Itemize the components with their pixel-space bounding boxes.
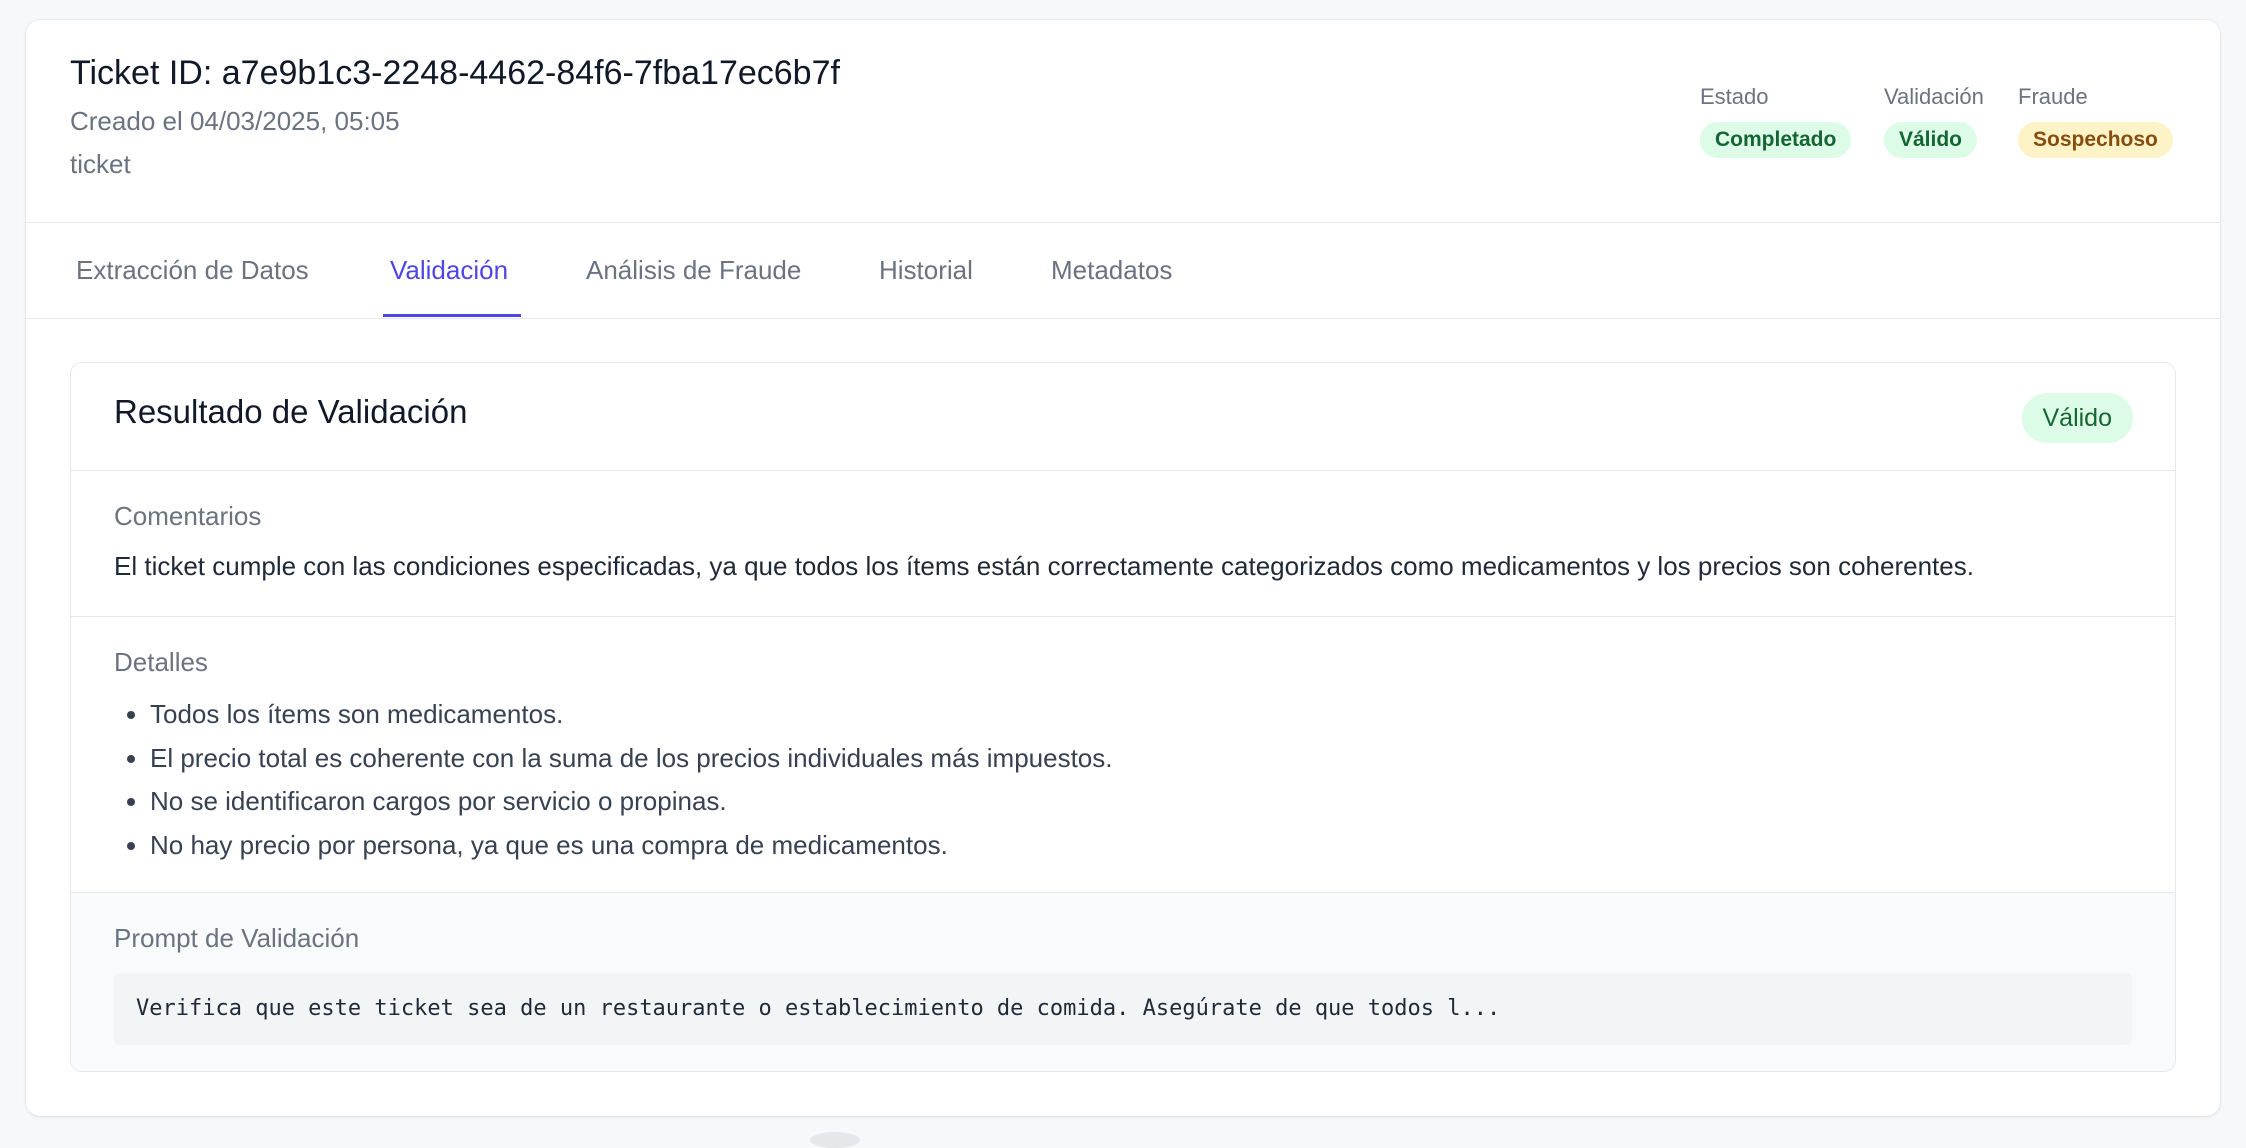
tab-analisis-fraude[interactable]: Análisis de Fraude: [586, 223, 801, 318]
status-fraude-badge: Sospechoso: [2018, 122, 2173, 158]
tab-validacion[interactable]: Validación: [390, 223, 508, 318]
status-estado-badge: Completado: [1700, 122, 1852, 158]
validation-prompt-text: Verifica que este ticket sea de un resta…: [136, 996, 1501, 1021]
tab-bar: Extracción de Datos Validación Análisis …: [26, 223, 2220, 319]
validation-prompt-section: Prompt de Validación Verifica que este t…: [71, 893, 2175, 1071]
details-list-item: Todos los ítems son medicamentos.: [150, 693, 1113, 737]
status-estado: Estado Completado: [1700, 82, 1852, 158]
comments-label: Comentarios: [114, 501, 262, 531]
comments-text: El ticket cumple con las condiciones esp…: [114, 551, 1974, 581]
status-validacion-badge: Válido: [1884, 122, 1978, 158]
comments-section: Comentarios El ticket cumple con las con…: [71, 471, 2175, 617]
scroll-handle: [810, 1132, 860, 1148]
status-fraude-label: Fraude: [2018, 84, 2088, 109]
tab-historial[interactable]: Historial: [879, 223, 973, 318]
validation-result-badge: Válido: [2021, 393, 2133, 443]
details-list-item: No se identificaron cargos por servicio …: [150, 780, 1113, 824]
validation-prompt-label: Prompt de Validación: [114, 923, 360, 953]
validation-result-title: Resultado de Validación: [114, 393, 468, 430]
document-type: ticket: [70, 149, 131, 179]
status-validacion-label: Validación: [1884, 84, 1984, 109]
tab-extraccion-datos[interactable]: Extracción de Datos: [76, 223, 309, 318]
status-estado-label: Estado: [1700, 84, 1769, 109]
ticket-id-title: Ticket ID: a7e9b1c3-2248-4462-84f6-7fba1…: [70, 54, 840, 92]
validation-result-header: Resultado de Validación Válido: [71, 363, 2175, 471]
details-list-item: No hay precio por persona, ya que es una…: [150, 824, 1113, 868]
validation-result-panel: Resultado de Validación Válido Comentari…: [70, 362, 2176, 1072]
ticket-header: Ticket ID: a7e9b1c3-2248-4462-84f6-7fba1…: [26, 20, 2220, 223]
status-validacion: Validación Válido: [1884, 82, 1984, 158]
details-list: Todos los ítems son medicamentos. El pre…: [114, 693, 1113, 867]
details-label: Detalles: [114, 647, 208, 677]
ticket-detail-card: Ticket ID: a7e9b1c3-2248-4462-84f6-7fba1…: [26, 20, 2220, 1116]
details-list-item: El precio total es coherente con la suma…: [150, 737, 1113, 781]
validation-prompt-box: Verifica que este ticket sea de un resta…: [114, 973, 2132, 1045]
tab-metadatos[interactable]: Metadatos: [1051, 223, 1172, 318]
details-section: Detalles Todos los ítems son medicamento…: [71, 617, 2175, 893]
created-date: Creado el 04/03/2025, 05:05: [70, 106, 400, 136]
active-tab-indicator: [383, 314, 521, 317]
status-fraude: Fraude Sospechoso: [2018, 82, 2173, 158]
